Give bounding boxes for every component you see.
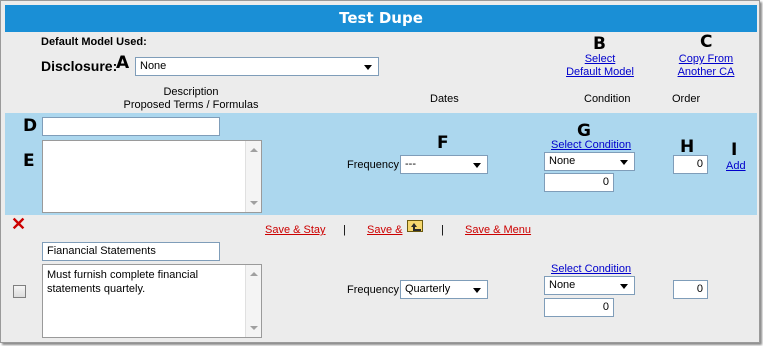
description-header-line1: Description [163,86,219,98]
existing-terms-textarea[interactable]: Must furnish complete financial statemen… [42,264,262,338]
new-frequency-value: --- [405,158,416,170]
condition-column-header: Condition [584,93,631,105]
scroll-down-icon [250,326,258,330]
folder-up-icon[interactable] [407,220,423,232]
new-terms-textarea[interactable] [42,140,262,213]
select-default-model-line1: Select [584,53,616,65]
existing-condition-value: None [549,279,576,291]
new-description-input[interactable] [42,117,220,136]
existing-description-input[interactable]: Fianancial Statements [42,242,220,261]
annotation-i: I [731,140,738,160]
chevron-down-icon [473,163,481,168]
save-and-folder-link[interactable]: Save & [367,224,402,236]
chevron-down-icon [620,160,628,165]
description-header-line2: Proposed Terms / Formulas [123,99,259,111]
scroll-up-icon [250,148,258,152]
new-condition-value: None [549,155,576,167]
row-select-checkbox[interactable] [13,285,26,298]
new-condition-amount-input[interactable]: 0 [544,173,614,192]
terms-scrollbar[interactable] [245,265,261,337]
disclosure-label: Disclosure: [41,58,118,74]
new-select-condition-link[interactable]: Select Condition [551,139,631,151]
separator-1: | [343,224,346,236]
annotation-a: A [116,53,130,73]
terms-scrollbar[interactable] [245,141,261,212]
new-condition-select[interactable]: None [544,152,635,171]
copy-from-another-ca-link[interactable]: Copy From Another CA [669,53,743,79]
order-column-header: Order [672,93,701,105]
description-column-header: Description Proposed Terms / Formulas [111,86,271,112]
default-model-label: Default Model Used: [41,36,147,48]
annotation-g: G [577,121,591,141]
copy-from-line2: Another CA [677,66,735,78]
new-frequency-select[interactable]: --- [400,155,488,174]
annotation-e: E [23,151,35,171]
existing-terms-text: Must furnish complete financial statemen… [47,269,199,295]
new-order-input[interactable]: 0 [673,155,708,174]
annotation-c: C [700,32,713,52]
existing-condition-amount-input[interactable]: 0 [544,298,614,317]
scroll-up-icon [250,272,258,276]
window-frame: Test Dupe Default Model Used: Disclosure… [0,0,760,343]
existing-select-condition-link[interactable]: Select Condition [551,263,631,275]
annotation-d: D [23,116,38,136]
new-frequency-label: Frequency [347,159,399,171]
disclosure-value: None [140,60,167,72]
add-link[interactable]: Add [726,160,746,172]
existing-frequency-select[interactable]: Quarterly [400,280,488,299]
save-and-menu-link[interactable]: Save & Menu [465,224,531,236]
delete-icon[interactable]: ✕ [11,215,26,233]
chevron-down-icon [364,65,372,70]
separator-2: | [441,224,444,236]
select-default-model-link[interactable]: Select Default Model [561,53,639,79]
existing-order-input[interactable]: 0 [673,280,708,299]
annotation-h: H [680,137,695,157]
chevron-down-icon [620,284,628,289]
select-default-model-line2: Default Model [566,66,634,78]
window-title: Test Dupe [5,5,757,32]
existing-frequency-value: Quarterly [405,283,451,295]
annotation-f: F [437,133,449,153]
save-and-stay-link[interactable]: Save & Stay [265,224,326,236]
disclosure-select[interactable]: None [135,57,379,76]
chevron-down-icon [473,288,481,293]
annotation-b: B [593,34,606,54]
dates-column-header: Dates [430,93,459,105]
existing-condition-select[interactable]: None [544,276,635,295]
existing-frequency-label: Frequency [347,284,399,296]
scroll-down-icon [250,201,258,205]
copy-from-line1: Copy From [678,53,734,65]
